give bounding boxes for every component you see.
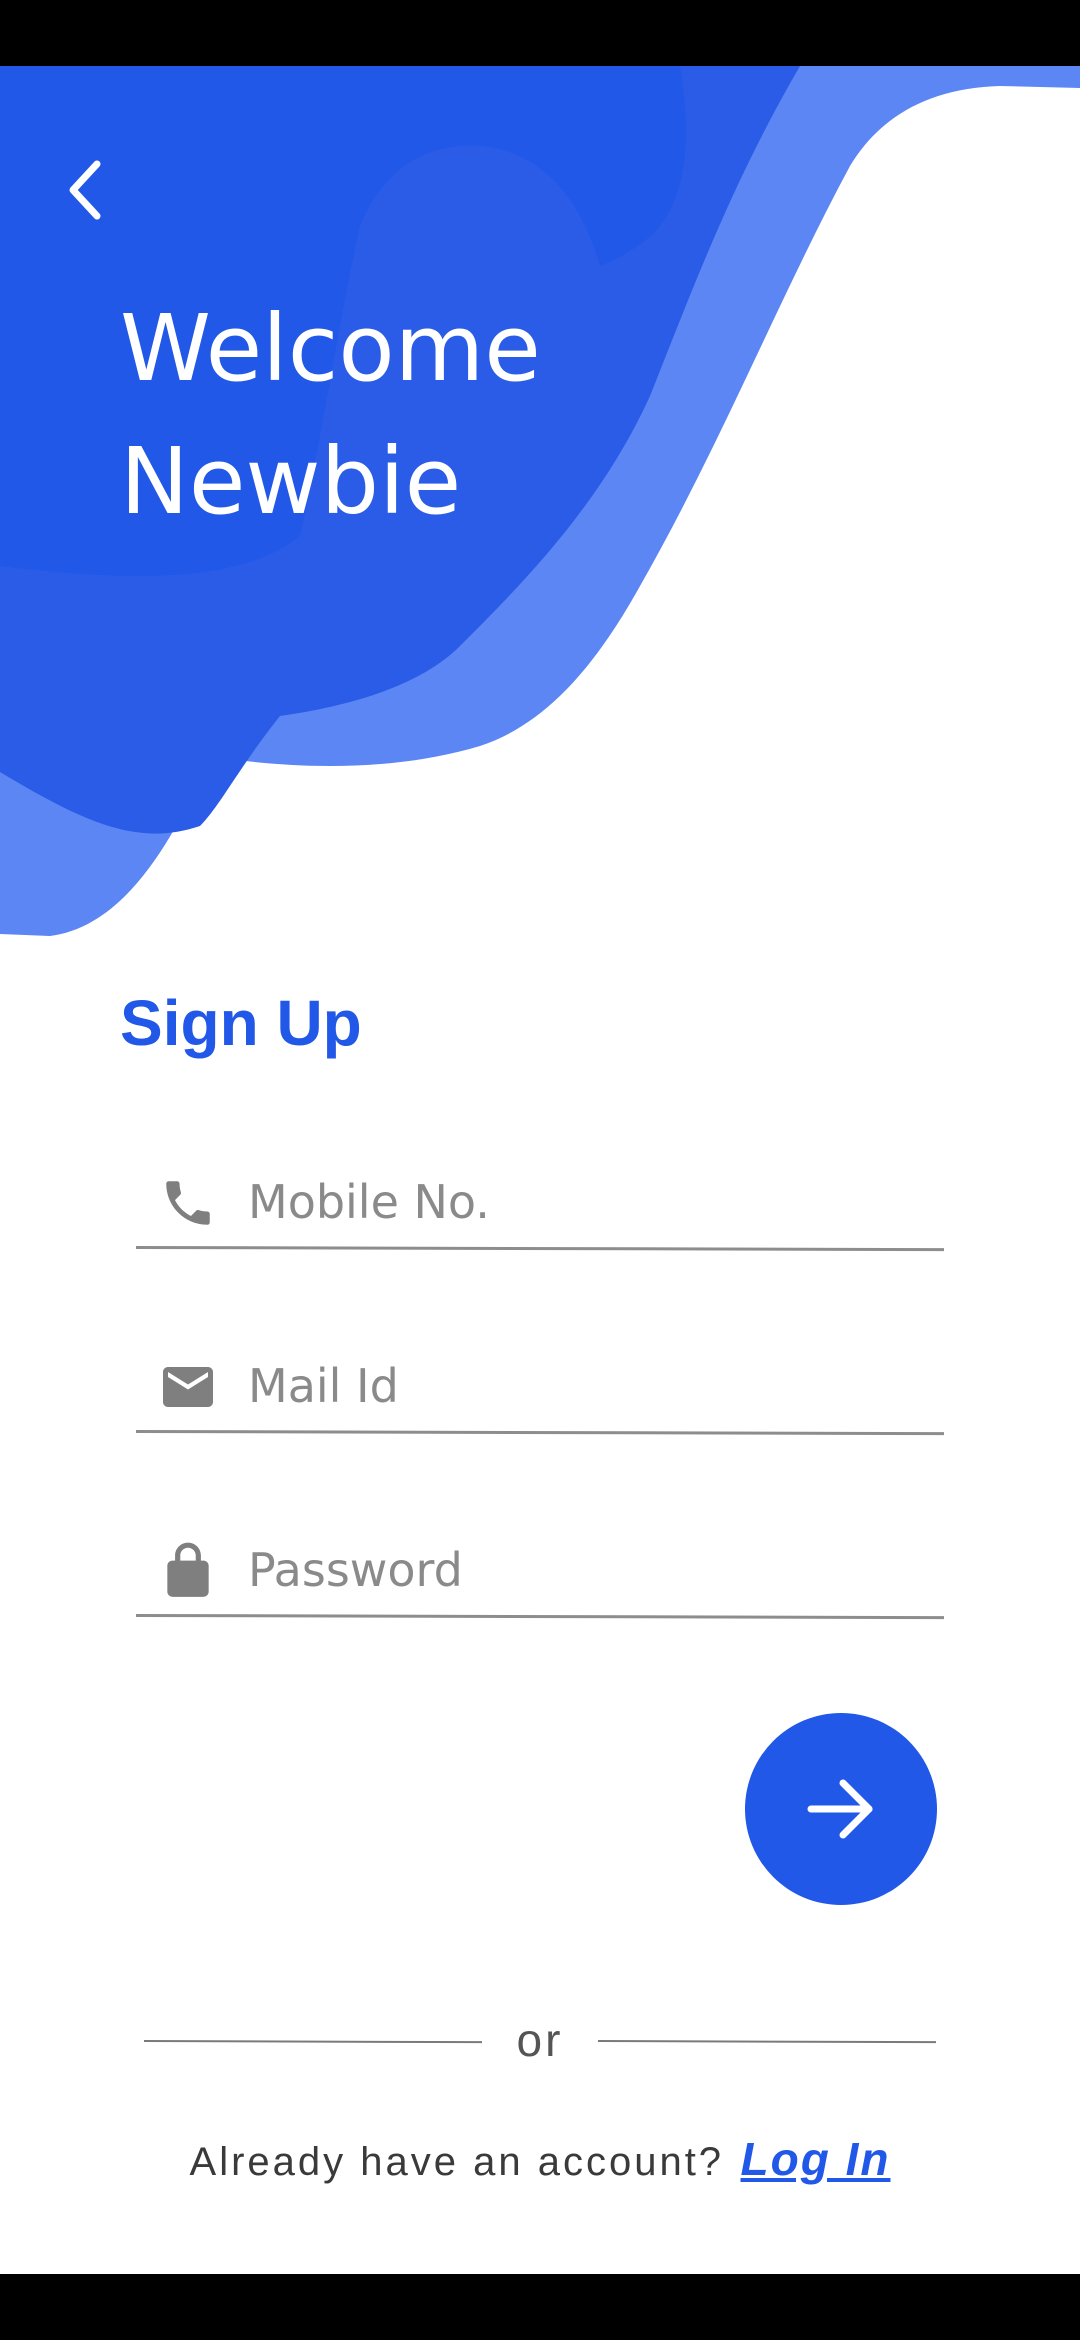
mail-icon	[156, 1355, 220, 1419]
divider-line-left	[143, 2040, 483, 2044]
or-divider: or	[143, 2010, 937, 2070]
lock-icon	[156, 1539, 220, 1603]
signup-screen: Welcome Newbie Sign Up Mobile No. Mail I…	[0, 0, 1080, 2340]
arrow-right-icon	[807, 1779, 873, 1839]
status-bar	[0, 0, 1080, 66]
divider-line-right	[597, 2040, 937, 2044]
back-button[interactable]	[50, 150, 120, 230]
page-title: Sign Up	[120, 987, 362, 1059]
mobile-field	[135, 1149, 945, 1252]
mobile-input[interactable]	[248, 1167, 928, 1237]
submit-button[interactable]	[745, 1713, 937, 1905]
mail-input[interactable]	[248, 1351, 928, 1421]
login-link[interactable]: Log In	[741, 2133, 891, 2185]
navigation-bar	[0, 2274, 1080, 2340]
password-input[interactable]	[248, 1535, 928, 1605]
chevron-left-icon	[69, 160, 101, 220]
mail-underline	[135, 1430, 945, 1436]
divider-text: or	[516, 2014, 564, 2066]
login-prompt-text: Already have an account?	[189, 2140, 725, 2184]
mail-field	[135, 1333, 945, 1436]
welcome-line-1: Welcome	[120, 295, 541, 402]
welcome-heading: Welcome Newbie	[120, 282, 541, 548]
password-field	[135, 1517, 945, 1620]
welcome-line-2: Newbie	[120, 428, 462, 535]
password-underline	[135, 1614, 945, 1620]
login-prompt: Already have an account? Log In	[0, 2132, 1080, 2186]
phone-icon	[156, 1171, 220, 1235]
mobile-underline	[135, 1246, 945, 1252]
